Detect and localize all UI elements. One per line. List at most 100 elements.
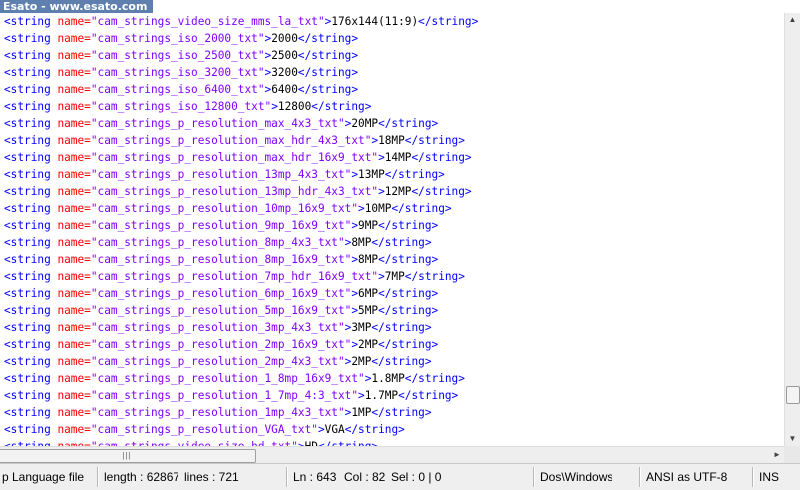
- xml-quote-token: ": [90, 372, 98, 385]
- code-line[interactable]: <string name="cam_strings_p_resolution_2…: [0, 353, 784, 370]
- xml-tag-token: </string>: [371, 321, 432, 334]
- xml-attribute-token: name=: [57, 66, 91, 79]
- xml-quote-token: ": [257, 49, 265, 62]
- string-text-value: 9MP: [358, 219, 379, 232]
- xml-quote-token: ": [90, 253, 98, 266]
- string-name-value: cam_strings_p_resolution_2mp_16x9_txt: [97, 338, 345, 351]
- xml-tag-token: <string: [4, 100, 58, 113]
- xml-tag-token: <string: [4, 185, 58, 198]
- xml-tag-token: >: [378, 185, 385, 198]
- code-line[interactable]: <string name="cam_strings_p_resolution_m…: [0, 149, 784, 166]
- xml-attribute-token: name=: [57, 338, 91, 351]
- xml-tag-token: >: [378, 270, 385, 283]
- vertical-scroll-thumb[interactable]: [786, 386, 800, 404]
- code-line[interactable]: <string name="cam_strings_iso_2000_txt">…: [0, 30, 784, 47]
- xml-attribute-token: name=: [57, 134, 91, 147]
- xml-quote-token: ": [257, 83, 265, 96]
- string-text-value: 6400: [271, 83, 298, 96]
- string-name-value: cam_strings_p_resolution_1mp_4x3_txt: [97, 406, 338, 419]
- xml-tag-token: >: [317, 423, 325, 436]
- string-text-value: 6MP: [358, 287, 379, 300]
- xml-quote-token: ": [337, 406, 345, 419]
- code-line[interactable]: <string name="cam_strings_video_size_mms…: [0, 13, 784, 30]
- xml-tag-token: </string>: [411, 185, 472, 198]
- code-line[interactable]: <string name="cam_strings_p_resolution_m…: [0, 132, 784, 149]
- code-line[interactable]: <string name="cam_strings_p_resolution_2…: [0, 336, 784, 353]
- scroll-up-icon[interactable]: ▲: [785, 13, 800, 27]
- xml-tag-token: >: [271, 100, 278, 113]
- code-line[interactable]: <string name="cam_strings_p_resolution_7…: [0, 268, 784, 285]
- status-separator: [639, 467, 641, 487]
- string-text-value: 10MP: [364, 202, 392, 215]
- status-file-type: p Language file: [2, 470, 85, 484]
- xml-tag-token: </string>: [371, 355, 432, 368]
- code-line[interactable]: <string name="cam_strings_p_resolution_1…: [0, 387, 784, 404]
- xml-quote-token: ": [90, 389, 98, 402]
- vertical-scrollbar[interactable]: ▲ ▼: [784, 13, 800, 446]
- xml-quote-token: ": [90, 423, 98, 436]
- code-line[interactable]: <string name="cam_strings_p_resolution_V…: [0, 421, 784, 438]
- xml-attribute-token: name=: [57, 253, 91, 266]
- status-insert-mode[interactable]: INS: [759, 467, 789, 487]
- string-text-value: 176x144(11:9): [331, 15, 419, 28]
- xml-attribute-token: name=: [57, 389, 91, 402]
- status-eol-format[interactable]: Dos\Windows: [540, 467, 612, 487]
- code-line[interactable]: <string name="cam_strings_p_resolution_1…: [0, 370, 784, 387]
- string-name-value: cam_strings_iso_3200_txt: [97, 66, 258, 79]
- xml-tag-token: </string>: [378, 338, 439, 351]
- scroll-right-icon[interactable]: ►: [770, 447, 784, 463]
- code-line[interactable]: <string name="cam_strings_iso_12800_txt"…: [0, 98, 784, 115]
- code-line[interactable]: <string name="cam_strings_iso_6400_txt">…: [0, 81, 784, 98]
- string-name-value: cam_strings_p_resolution_8mp_16x9_txt: [97, 253, 345, 266]
- code-line[interactable]: <string name="cam_strings_p_resolution_8…: [0, 234, 784, 251]
- string-name-value: cam_strings_p_resolution_5mp_16x9_txt: [97, 304, 345, 317]
- xml-attribute-token: name=: [57, 100, 91, 113]
- xml-quote-token: ": [90, 287, 98, 300]
- code-line[interactable]: <string name="cam_strings_p_resolution_1…: [0, 166, 784, 183]
- string-text-value: 5MP: [358, 304, 379, 317]
- code-line[interactable]: <string name="cam_strings_iso_2500_txt">…: [0, 47, 784, 64]
- code-line[interactable]: <string name="cam_strings_p_resolution_9…: [0, 217, 784, 234]
- code-line[interactable]: <string name="cam_strings_p_resolution_1…: [0, 200, 784, 217]
- xml-tag-token: </string>: [398, 389, 459, 402]
- xml-quote-token: ": [90, 15, 98, 28]
- code-line[interactable]: <string name="cam_strings_p_resolution_6…: [0, 285, 784, 302]
- xml-quote-token: ": [90, 406, 98, 419]
- string-text-value: 2000: [271, 32, 298, 45]
- string-name-value: cam_strings_video_size_mms_la_txt: [97, 15, 318, 28]
- string-text-value: 8MP: [358, 253, 379, 266]
- code-line[interactable]: <string name="cam_strings_p_resolution_1…: [0, 404, 784, 421]
- string-name-value: cam_strings_p_resolution_13mp_hdr_4x3_tx…: [97, 185, 372, 198]
- xml-quote-token: ": [90, 270, 98, 283]
- code-line[interactable]: <string name="cam_strings_p_resolution_m…: [0, 115, 784, 132]
- scroll-down-icon[interactable]: ▼: [785, 432, 800, 446]
- code-line[interactable]: <string name="cam_strings_p_resolution_3…: [0, 319, 784, 336]
- xml-attribute-token: name=: [57, 185, 91, 198]
- xml-attribute-token: name=: [57, 15, 91, 28]
- xml-quote-token: ": [257, 66, 265, 79]
- status-encoding[interactable]: ANSI as UTF-8: [646, 467, 736, 487]
- xml-tag-token: </string>: [404, 134, 465, 147]
- string-name-value: cam_strings_p_resolution_2mp_4x3_txt: [97, 355, 338, 368]
- xml-attribute-token: name=: [57, 117, 91, 130]
- code-editor[interactable]: <string name="cam_strings_video_size_mms…: [0, 13, 784, 446]
- string-name-value: cam_strings_iso_6400_txt: [97, 83, 258, 96]
- code-line[interactable]: <string name="cam_strings_p_resolution_5…: [0, 302, 784, 319]
- string-name-value: cam_strings_p_resolution_7mp_hdr_16x9_tx…: [97, 270, 372, 283]
- code-line[interactable]: <string name="cam_strings_iso_3200_txt">…: [0, 64, 784, 81]
- xml-tag-token: <string: [4, 32, 58, 45]
- status-line-number: Ln : 643: [293, 470, 337, 484]
- xml-tag-token: </string>: [378, 219, 439, 232]
- horizontal-scroll-thumb[interactable]: |||: [0, 449, 256, 463]
- xml-tag-token: <string: [4, 287, 58, 300]
- code-line[interactable]: <string name="cam_strings_p_resolution_8…: [0, 251, 784, 268]
- xml-quote-token: ": [358, 372, 365, 385]
- watermark: Esato - www.esato.com: [0, 0, 154, 13]
- string-text-value: 2500: [271, 49, 298, 62]
- code-line[interactable]: <string name="cam_strings_video_size_hd_…: [0, 438, 784, 446]
- xml-tag-token: <string: [4, 253, 58, 266]
- horizontal-scrollbar[interactable]: ||| ►: [0, 446, 784, 463]
- string-name-value: cam_strings_p_resolution_1_8mp_16x9_txt: [97, 372, 359, 385]
- xml-tag-token: <string: [4, 423, 58, 436]
- code-line[interactable]: <string name="cam_strings_p_resolution_1…: [0, 183, 784, 200]
